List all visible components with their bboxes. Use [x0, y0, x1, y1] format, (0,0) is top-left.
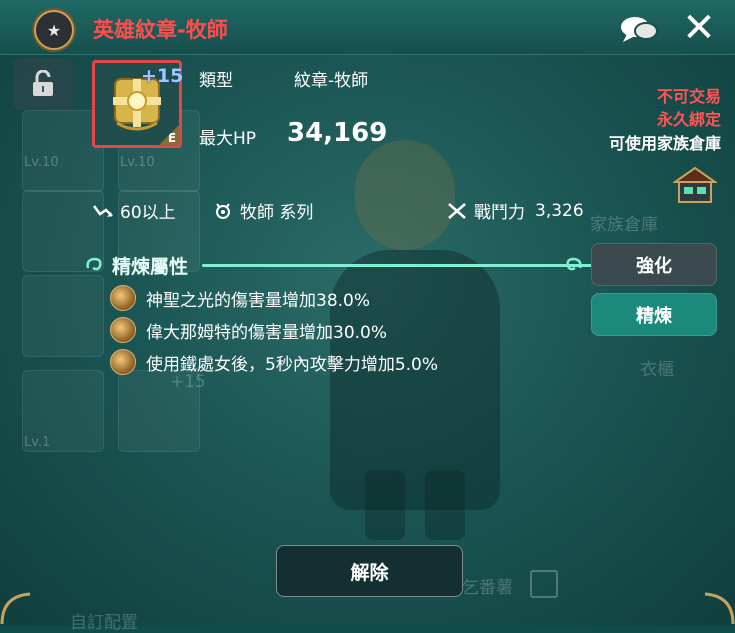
refine-title: 精煉屬性 [112, 256, 189, 278]
hp-value: 34,169 [287, 118, 388, 148]
level-requirement: 60以上 [92, 198, 176, 223]
bind-status: 永久綁定 [656, 110, 721, 129]
background-wardrobe-label: 衣櫃 [640, 360, 674, 380]
background-level-label: Lv.1 [24, 435, 51, 450]
swirl-icon [566, 257, 582, 271]
corner-ornament [0, 592, 31, 625]
close-icon[interactable]: ✕ [679, 8, 719, 48]
type-value: 紋章-牧師 [294, 71, 369, 91]
star-badge-icon: ★ [34, 10, 74, 50]
gold-orb-icon [110, 317, 136, 343]
combat-power: 戰鬥力 3,326 [446, 198, 584, 223]
unlock-icon [33, 70, 53, 96]
level-requirement-value: 60以上 [120, 203, 176, 223]
refine-attribute: 使用鐵處女後，5秒內攻擊力增加5.0% [110, 349, 438, 375]
background-nickname: 乞番薯 [462, 578, 513, 598]
background-enhance-label: +15 [170, 372, 206, 392]
refine-attribute: 偉大那姆特的傷害量增加30.0% [110, 317, 387, 343]
corner-ornament [704, 592, 735, 625]
house-storage-icon [673, 166, 717, 203]
refine-button[interactable]: 精煉 [591, 293, 717, 336]
enhance-level: +15 [141, 65, 184, 87]
background-level-label: Lv.10 [24, 155, 59, 170]
level-arrow-icon [93, 204, 113, 217]
background-level-label: Lv.10 [120, 155, 155, 170]
enhance-button[interactable]: 強化 [591, 243, 717, 286]
gold-orb-icon [110, 285, 136, 311]
refine-attribute-text: 使用鐵處女後，5秒內攻擊力增加5.0% [146, 354, 439, 375]
edit-icon [530, 570, 558, 598]
title-bar: ★ 英雄紋章-牧師 ✕ [0, 0, 735, 55]
item-title: 英雄紋章-牧師 [93, 18, 228, 42]
release-button[interactable]: 解除 [276, 545, 463, 597]
background-storage-label: 家族倉庫 [590, 215, 658, 235]
combat-power-value: 3,326 [535, 200, 584, 221]
refine-attribute-text: 神聖之光的傷害量增加38.0% [146, 290, 371, 311]
background-slot [22, 275, 104, 357]
crossed-swords-icon [448, 202, 466, 219]
character-leg [365, 470, 405, 540]
class-requirement-value: 牧師 系列 [240, 203, 314, 223]
class-requirement: 牧師 系列 [212, 198, 313, 223]
storage-status: 可使用家族倉庫 [608, 134, 721, 153]
refine-attribute-text: 偉大那姆特的傷害量增加30.0% [146, 322, 388, 343]
hp-label: 最大HP [199, 129, 257, 149]
item-icon-slot[interactable]: +15 E [92, 60, 184, 148]
refine-header: 精煉屬性 [84, 252, 648, 278]
refine-attribute: 神聖之光的傷害量增加38.0% [110, 285, 370, 311]
swirl-icon [86, 257, 102, 271]
background-bottom-label: 自訂配置 [70, 613, 138, 633]
gold-orb-icon [110, 349, 136, 375]
combat-power-label: 戰鬥力 [474, 203, 525, 223]
chat-bubble-icon[interactable] [618, 12, 660, 46]
unlock-button[interactable] [13, 58, 73, 110]
type-label: 類型 [199, 71, 233, 91]
character-head [355, 140, 455, 250]
class-emblem-icon [216, 202, 230, 219]
trade-restriction: 不可交易 [656, 87, 721, 106]
character-leg [425, 470, 465, 540]
